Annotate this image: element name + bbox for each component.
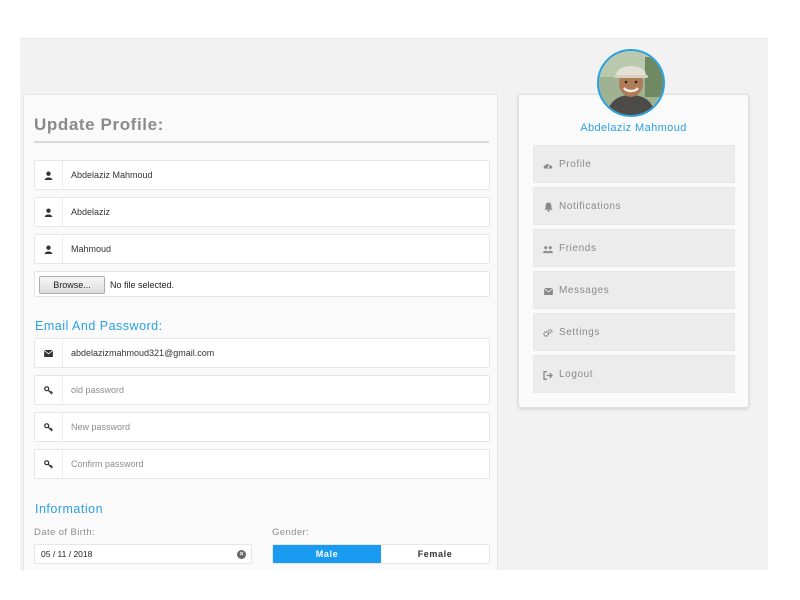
envelope-icon: [35, 339, 63, 367]
menu-item-messages[interactable]: Messages: [533, 271, 735, 309]
key-icon: [35, 413, 63, 441]
menu-label: Profile: [559, 159, 592, 170]
profile-card: Abdelaziz Mahmoud Profile Notifications …: [518, 94, 749, 408]
menu-label: Settings: [559, 327, 600, 338]
confirm-password-field[interactable]: Confirm password: [34, 449, 490, 479]
clear-icon[interactable]: ×: [237, 550, 246, 559]
old-password-placeholder: old password: [71, 385, 125, 395]
first-name-field[interactable]: Abdelaziz: [34, 197, 490, 227]
last-name-field[interactable]: Mahmoud: [34, 234, 490, 264]
menu-label: Notifications: [559, 201, 622, 212]
bell-icon: [543, 202, 553, 212]
user-icon: [35, 235, 63, 263]
confirm-password-placeholder: Confirm password: [71, 459, 144, 469]
menu-label: Messages: [559, 285, 610, 296]
first-name-value: Abdelaziz: [71, 207, 111, 217]
update-profile-panel: Update Profile: Abdelaziz Mahmoud Abdela…: [23, 94, 498, 570]
menu-label: Friends: [559, 243, 597, 254]
menu-item-friends[interactable]: Friends: [533, 229, 735, 267]
menu-label: Logout: [559, 369, 594, 380]
avatar: [597, 49, 665, 117]
email-value: abdelazizmahmoud321@gmail.com: [71, 348, 215, 358]
full-name-value: Abdelaziz Mahmoud: [71, 170, 153, 180]
menu-item-notifications[interactable]: Notifications: [533, 187, 735, 225]
information-heading: Information: [35, 502, 104, 516]
gender-male-button[interactable]: Male: [273, 545, 381, 563]
envelope-icon: [543, 286, 553, 296]
key-icon: [35, 450, 63, 478]
menu-item-settings[interactable]: Settings: [533, 313, 735, 351]
update-profile-title: Update Profile:: [34, 115, 489, 143]
email-field[interactable]: abdelazizmahmoud321@gmail.com: [34, 338, 490, 368]
user-icon: [35, 161, 63, 189]
dashboard-icon: [543, 160, 553, 170]
page-background: Update Profile: Abdelaziz Mahmoud Abdela…: [20, 38, 768, 570]
gender-toggle: Male Female: [272, 544, 490, 564]
users-icon: [543, 244, 553, 254]
profile-image-file-input: Browse... No file selected.: [34, 271, 490, 297]
new-password-field[interactable]: New password: [34, 412, 490, 442]
menu-item-logout[interactable]: Logout: [533, 355, 735, 393]
old-password-field[interactable]: old password: [34, 375, 490, 405]
file-status-text: No file selected.: [110, 280, 175, 290]
email-password-heading: Email And Password:: [35, 319, 163, 333]
dob-label: Date of Birth:: [34, 527, 96, 538]
key-icon: [35, 376, 63, 404]
gender-female-button[interactable]: Female: [381, 545, 489, 563]
browse-button[interactable]: Browse...: [39, 276, 105, 294]
gender-label: Gender:: [272, 527, 310, 538]
user-icon: [35, 198, 63, 226]
dob-value: 05 / 11 / 2018: [41, 549, 93, 559]
last-name-value: Mahmoud: [71, 244, 112, 254]
cogs-icon: [543, 328, 553, 338]
menu-item-profile[interactable]: Profile: [533, 145, 735, 183]
full-name-field[interactable]: Abdelaziz Mahmoud: [34, 160, 490, 190]
date-of-birth-input[interactable]: 05 / 11 / 2018 ×: [34, 544, 252, 564]
sign-out-icon: [543, 370, 553, 380]
profile-name: Abdelaziz Mahmoud: [580, 122, 687, 134]
new-password-placeholder: New password: [71, 422, 131, 432]
